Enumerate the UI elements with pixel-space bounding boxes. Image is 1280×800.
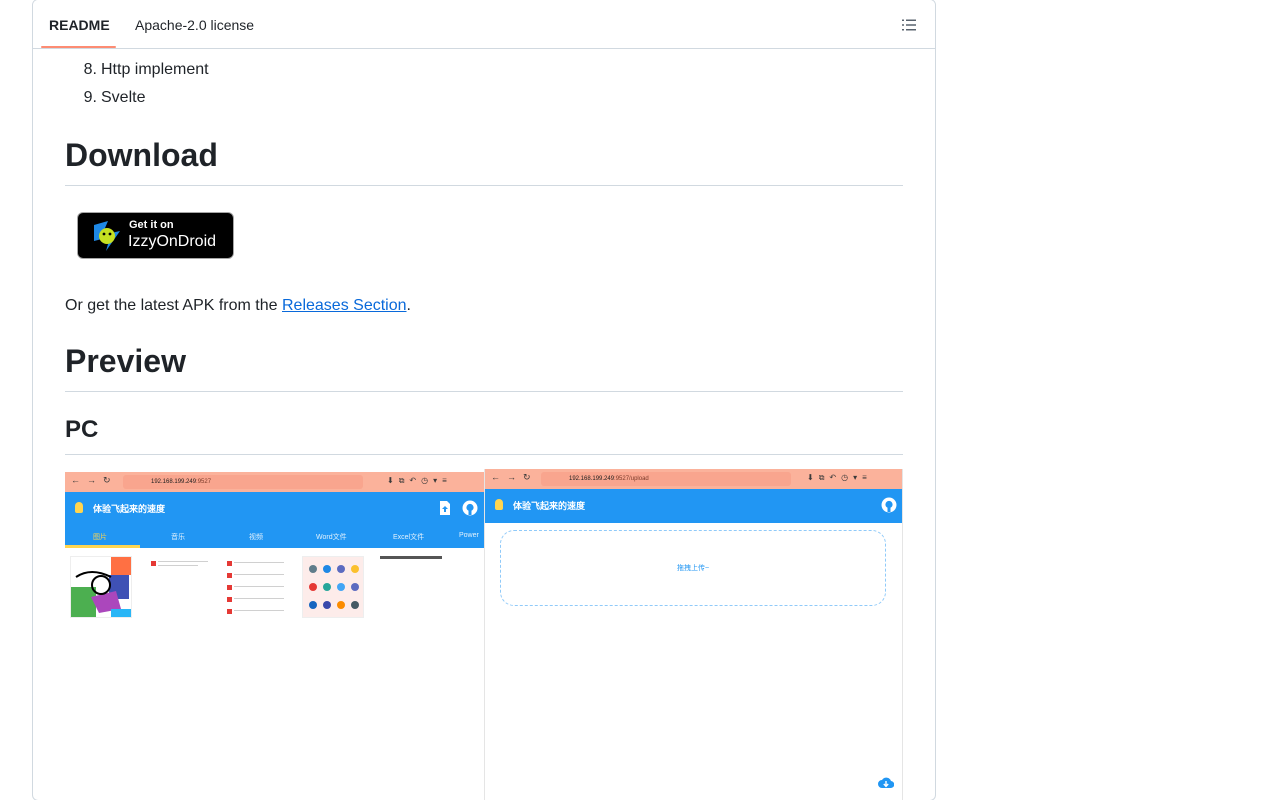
thumb-line [158, 561, 208, 562]
app-tab: Word文件 [316, 534, 347, 541]
app-tab: Power [459, 532, 479, 539]
bell-icon [495, 499, 503, 510]
url-rest: :9527 [196, 479, 212, 485]
app-grid-thumbnail-icon [309, 565, 359, 609]
izzyondroid-badge[interactable]: Get it on IzzyOnDroid [77, 212, 234, 259]
upload-file-icon [440, 501, 450, 515]
file-list-thumbnail [223, 556, 285, 618]
browser-toolbar-icons: ⬇⧉↶◷▾≡ [387, 476, 452, 485]
upload-dropzone: 拖拽上传~ [500, 530, 886, 606]
list-item-number: 8. [83, 61, 97, 78]
thumb-line [158, 565, 198, 566]
app-title: 体验飞起来的速度 [513, 501, 586, 511]
url-host: 192.168.199.249 [151, 479, 197, 485]
izzyondroid-logo-icon [94, 221, 120, 251]
preview-screenshot-upload: ←→↻ 192.168.199.249:9527/upload ⬇⧉↶◷▾≡ 体… [484, 469, 903, 800]
outline-button[interactable] [893, 12, 925, 38]
browser-url-bar: 192.168.199.249:9527/upload [541, 472, 791, 486]
badge-small-text: Get it on [129, 219, 174, 231]
list-item-label: Svelte [101, 89, 146, 106]
url-host: 192.168.199.249 [569, 476, 615, 482]
list-item: 8. Http implement [79, 58, 209, 82]
thumb-line [234, 586, 284, 587]
heading-pc: PC [65, 415, 903, 455]
readme-tabbar: README Apache-2.0 license [33, 0, 935, 49]
thumb-line [234, 598, 284, 599]
heading-download: Download [65, 135, 903, 186]
browser-nav-icons: ←→↻ [491, 472, 538, 482]
image-thumbnail [70, 556, 132, 618]
app-tab: 音乐 [171, 534, 185, 541]
active-tab-indicator [41, 46, 116, 48]
app-tab-indicator [65, 545, 140, 548]
bell-icon [75, 502, 83, 513]
app-header: 体验飞起来的速度 [485, 489, 902, 523]
readme-container: README Apache-2.0 license r g 8.Http imp… [32, 0, 936, 800]
upload-dropzone-text: 拖拽上传~ [676, 565, 710, 572]
paragraph-prefix: Or get the latest APK from the [65, 297, 282, 314]
browser-toolbar-icons: ⬇⧉↶◷▾≡ [807, 473, 872, 482]
url-rest: :9527/upload [614, 476, 649, 482]
cloud-download-icon [878, 777, 894, 789]
paragraph-suffix: . [406, 297, 411, 314]
pdf-icon [227, 573, 232, 578]
phone-screenshot-thumbnail [302, 556, 364, 618]
list-item-label: Http implement [101, 61, 209, 78]
thumb-line [234, 610, 284, 611]
pdf-icon [227, 561, 232, 566]
list-unordered-icon [902, 19, 916, 31]
app-header: 体验飞起来的速度 [65, 492, 484, 526]
github-icon [881, 497, 897, 513]
releases-link[interactable]: Releases Section [282, 297, 407, 314]
app-title: 体验飞起来的速度 [93, 504, 166, 514]
thumb-line [234, 574, 284, 575]
pdf-icon [227, 597, 232, 602]
app-tab: Excel文件 [393, 534, 425, 541]
browser-toolbar: ←→↻ 192.168.199.249:9527/upload ⬇⧉↶◷▾≡ [485, 469, 902, 489]
tab-license[interactable]: Apache-2.0 license [135, 15, 254, 35]
drawing-thumbnail-icon [71, 557, 131, 617]
heading-preview: Preview [65, 341, 903, 392]
loading-bar [380, 556, 442, 559]
badge-title: IzzyOnDroid [128, 233, 217, 250]
thumb-line [234, 562, 284, 563]
browser-nav-icons: ←→↻ [71, 475, 118, 485]
preview-screenshot-files: ←→↻ 192.168.199.249:9527 ⬇⧉↶◷▾≡ 体验飞起来的速度… [65, 472, 484, 622]
browser-url-bar: 192.168.199.249:9527 [123, 475, 363, 489]
file-list-thumbnail [147, 556, 209, 618]
list-item: 9. Svelte [79, 86, 146, 110]
download-paragraph: Or get the latest APK from the Releases … [65, 294, 411, 318]
browser-toolbar: ←→↻ 192.168.199.249:9527 ⬇⧉↶◷▾≡ [65, 472, 484, 492]
pdf-icon [227, 609, 232, 614]
app-tab: 图片 [93, 534, 107, 541]
tab-readme[interactable]: README [49, 15, 110, 35]
app-tab: 视频 [249, 534, 263, 541]
pdf-icon [151, 561, 156, 566]
list-item-number: 9. [83, 89, 97, 106]
pdf-icon [227, 585, 232, 590]
github-icon [462, 500, 478, 516]
